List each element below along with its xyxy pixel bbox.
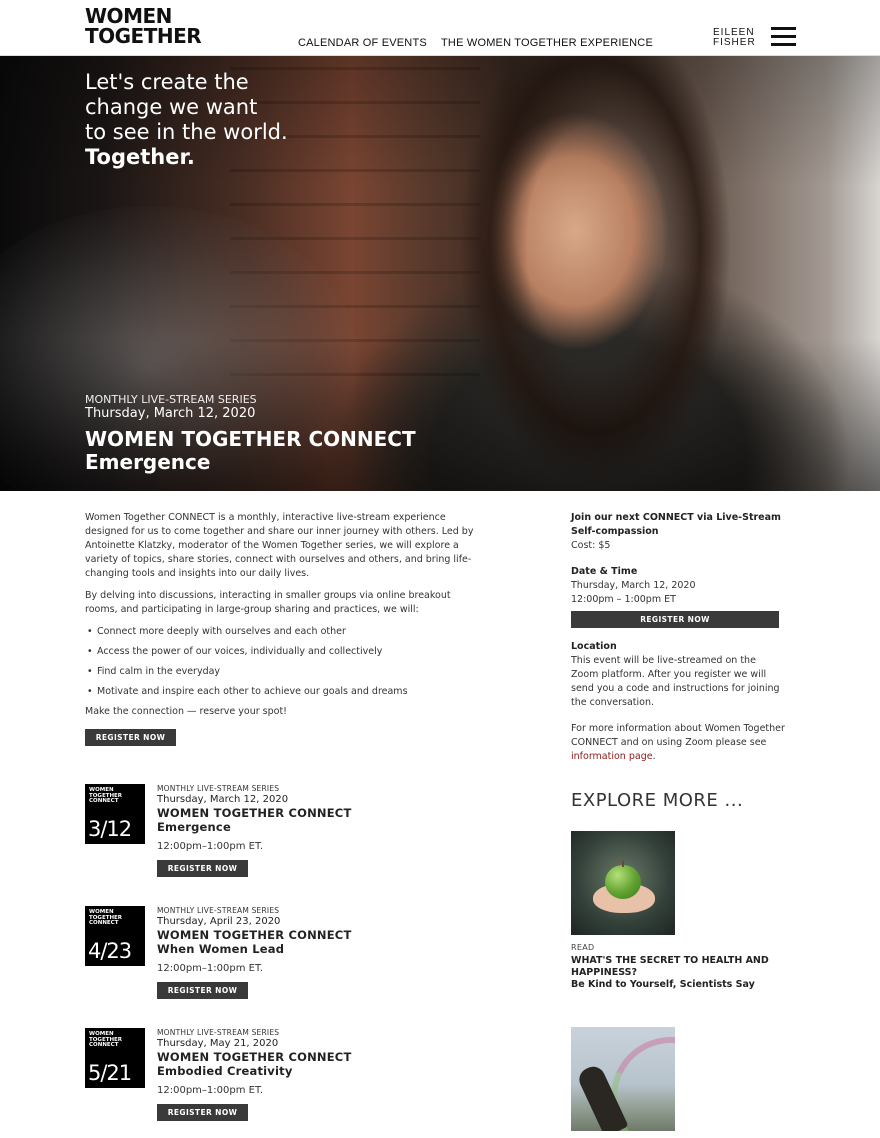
event-card: WOMEN TOGETHER CONNECT 3/12 MONTHLY LIVE… xyxy=(85,784,485,894)
info-end: . xyxy=(652,751,656,762)
event-card: WOMEN TOGETHER CONNECT 5/21 MONTHLY LIVE… xyxy=(85,1028,485,1138)
event-date: Thursday, April 23, 2020 xyxy=(157,916,281,927)
badge-date: 3/12 xyxy=(88,817,132,841)
event-title[interactable]: WOMEN TOGETHER CONNECT Embodied Creativi… xyxy=(157,1050,352,1078)
information-page-link[interactable]: information page xyxy=(571,751,653,762)
site-header: WOMEN TOGETHER CALENDAR OF EVENTS THE WO… xyxy=(0,0,880,56)
event-title-main: WOMEN TOGETHER CONNECT xyxy=(157,1050,352,1064)
badge-logo: WOMEN TOGETHER CONNECT xyxy=(89,909,122,927)
event-date-badge[interactable]: WOMEN TOGETHER CONNECT 4/23 xyxy=(85,906,145,966)
badge-date: 4/23 xyxy=(88,939,132,963)
hero-date: Thursday, March 12, 2020 xyxy=(85,406,256,421)
badge-logo: WOMEN TOGETHER CONNECT xyxy=(89,1031,122,1049)
info-text: For more information about Women Togethe… xyxy=(571,723,785,748)
sidebar-register-button[interactable]: REGISTER NOW xyxy=(571,611,779,628)
intro-paragraph-2: By delving into discussions, interacting… xyxy=(85,590,451,615)
datetime-date: Thursday, March 12, 2020 xyxy=(571,580,696,591)
explore-title-main: WHAT'S THE SECRET TO HEALTH AND HAPPINES… xyxy=(571,955,769,978)
badge-logo-line: CONNECT xyxy=(89,1042,119,1048)
event-time: 12:00pm–1:00pm ET. xyxy=(157,1085,264,1096)
nav-women-together-experience[interactable]: THE WOMEN TOGETHER EXPERIENCE xyxy=(441,37,653,49)
badge-date: 5/21 xyxy=(88,1061,132,1085)
explore-article-title[interactable]: WHAT'S THE SECRET TO HEALTH AND HAPPINES… xyxy=(571,955,786,991)
datetime-time: 12:00pm – 1:00pm ET xyxy=(571,594,676,605)
event-series: MONTHLY LIVE-STREAM SERIES xyxy=(157,1028,280,1037)
register-now-button[interactable]: REGISTER NOW xyxy=(85,729,176,746)
logo-line-2: TOGETHER xyxy=(85,24,202,48)
event-title-sub: Emergence xyxy=(157,820,231,834)
women-together-logo[interactable]: WOMEN TOGETHER xyxy=(85,4,202,48)
explore-image-rainbow[interactable] xyxy=(571,1027,675,1131)
intro-section: Women Together CONNECT is a monthly, int… xyxy=(85,511,485,727)
partner-line-2: FISHER xyxy=(713,37,756,48)
event-register-button[interactable]: REGISTER NOW xyxy=(157,1104,248,1121)
event-series: MONTHLY LIVE-STREAM SERIES xyxy=(157,906,280,915)
hero-headline: Let's create the change we want to see i… xyxy=(85,70,288,170)
explore-image-apple[interactable] xyxy=(571,831,675,935)
hero-title-main: WOMEN TOGETHER CONNECT xyxy=(85,427,416,451)
join-topic: Self-compassion xyxy=(571,526,659,537)
list-item: Access the power of our voices, individu… xyxy=(85,645,485,659)
nav-calendar-of-events[interactable]: CALENDAR OF EVENTS xyxy=(298,37,427,49)
join-block: Join our next CONNECT via Live-Stream Se… xyxy=(571,511,786,553)
join-heading: Join our next CONNECT via Live-Stream xyxy=(571,512,781,523)
intro-closing: Make the connection — reserve your spot! xyxy=(85,706,287,717)
hero-headline-line: change we want xyxy=(85,95,258,119)
event-register-button[interactable]: REGISTER NOW xyxy=(157,860,248,877)
explore-title-sub: Be Kind to Yourself, Scientists Say xyxy=(571,979,755,990)
event-cost: Cost: $5 xyxy=(571,540,611,551)
intro-paragraph-1: Women Together CONNECT is a monthly, int… xyxy=(85,512,474,579)
location-text: This event will be live-streamed on the … xyxy=(571,655,780,708)
explore-more-heading: EXPLORE MORE ... xyxy=(571,790,744,811)
hero-title: WOMEN TOGETHER CONNECT Emergence xyxy=(85,428,416,474)
event-date-badge[interactable]: WOMEN TOGETHER CONNECT 5/21 xyxy=(85,1028,145,1088)
event-card: WOMEN TOGETHER CONNECT 4/23 MONTHLY LIVE… xyxy=(85,906,485,1016)
logo-line-1: WOMEN xyxy=(85,4,172,28)
event-title-main: WOMEN TOGETHER CONNECT xyxy=(157,928,352,942)
datetime-block: Date & Time Thursday, March 12, 2020 12:… xyxy=(571,565,786,628)
event-register-button[interactable]: REGISTER NOW xyxy=(157,982,248,999)
list-item: Connect more deeply with ourselves and e… xyxy=(85,625,485,639)
badge-logo-line: CONNECT xyxy=(89,920,119,926)
location-block: Location This event will be live-streame… xyxy=(571,640,786,710)
event-title[interactable]: WOMEN TOGETHER CONNECT When Women Lead xyxy=(157,928,352,956)
hero-headline-line: to see in the world. xyxy=(85,120,288,144)
badge-logo-line: CONNECT xyxy=(89,798,119,804)
event-sidebar: Join our next CONNECT via Live-Stream Se… xyxy=(571,511,786,776)
event-time: 12:00pm–1:00pm ET. xyxy=(157,963,264,974)
event-time: 12:00pm–1:00pm ET. xyxy=(157,841,264,852)
info-block: For more information about Women Togethe… xyxy=(571,722,786,764)
datetime-heading: Date & Time xyxy=(571,566,638,577)
event-series: MONTHLY LIVE-STREAM SERIES xyxy=(157,784,280,793)
intro-bullet-list: Connect more deeply with ourselves and e… xyxy=(85,625,485,699)
list-item: Motivate and inspire each other to achie… xyxy=(85,685,485,699)
hero-headline-bold: Together. xyxy=(85,145,195,169)
event-date: Thursday, May 21, 2020 xyxy=(157,1038,279,1049)
location-heading: Location xyxy=(571,641,617,652)
eileen-fisher-logo[interactable]: EILEEN FISHER xyxy=(713,28,756,48)
hero-headline-line: Let's create the xyxy=(85,70,249,94)
event-date: Thursday, March 12, 2020 xyxy=(157,794,289,805)
event-title-sub: Embodied Creativity xyxy=(157,1064,293,1078)
apple-stem xyxy=(622,861,624,867)
apple-icon xyxy=(605,865,641,899)
event-title[interactable]: WOMEN TOGETHER CONNECT Emergence xyxy=(157,806,352,834)
hero-series-label: MONTHLY LIVE-STREAM SERIES xyxy=(85,393,257,406)
list-item: Find calm in the everyday xyxy=(85,665,485,679)
hero-title-sub: Emergence xyxy=(85,450,211,474)
badge-logo: WOMEN TOGETHER CONNECT xyxy=(89,787,122,805)
explore-tag: READ xyxy=(571,943,595,952)
event-title-main: WOMEN TOGETHER CONNECT xyxy=(157,806,352,820)
event-date-badge[interactable]: WOMEN TOGETHER CONNECT 3/12 xyxy=(85,784,145,844)
event-title-sub: When Women Lead xyxy=(157,942,285,956)
hamburger-menu-icon[interactable] xyxy=(771,27,796,46)
